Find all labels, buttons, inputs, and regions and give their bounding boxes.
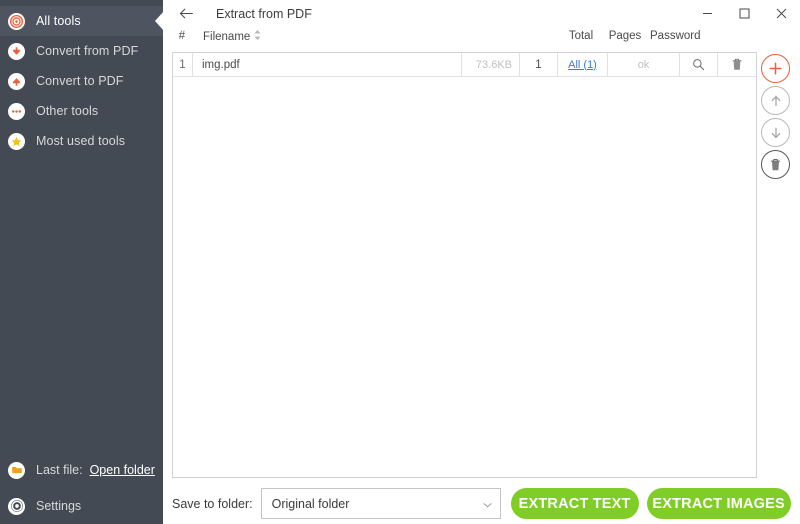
sort-updown-icon[interactable] — [254, 30, 261, 43]
sidebar: All tools Convert from PDF Convert to PD… — [0, 0, 164, 524]
column-header-password: Password — [650, 30, 701, 42]
gear-icon — [8, 497, 25, 515]
extract-images-button[interactable]: EXTRACT IMAGES — [646, 488, 791, 519]
sidebar-item-label: All tools — [36, 14, 81, 28]
sidebar-item-convert-from-pdf[interactable]: Convert from PDF — [0, 36, 163, 66]
cell-pages-range[interactable]: All (1) — [558, 53, 608, 76]
action-rail — [761, 54, 793, 182]
save-folder-value: Original folder — [271, 496, 350, 511]
title-bar: Extract from PDF — [163, 0, 800, 27]
sidebar-item-settings[interactable]: Settings — [0, 488, 163, 524]
footer-bar: Save to folder: Original folder EXTRACT … — [172, 488, 792, 519]
sidebar-item-label: Convert from PDF — [36, 44, 139, 58]
sidebar-nav-list: All tools Convert from PDF Convert to PD… — [0, 0, 164, 156]
maximize-icon — [739, 8, 750, 19]
cell-total-pages: 1 — [520, 53, 558, 76]
file-list-panel[interactable]: 1 img.pdf 73.6KB 1 All (1) ok — [172, 52, 757, 478]
dots-icon — [8, 102, 25, 120]
sidebar-item-all-tools[interactable]: All tools — [0, 6, 164, 36]
window-controls — [689, 0, 800, 27]
chevron-down-icon[interactable] — [482, 495, 492, 513]
pages-range-link[interactable]: All (1) — [568, 59, 597, 71]
target-icon — [8, 12, 25, 30]
cell-password-status: ok — [608, 53, 680, 76]
close-icon — [776, 8, 787, 19]
column-header-total: Total — [568, 30, 594, 42]
column-header-filename-label: Filename — [203, 30, 251, 43]
move-up-button[interactable] — [761, 86, 790, 115]
minimize-icon — [703, 13, 712, 14]
cell-row-number: 1 — [173, 53, 193, 76]
cell-file-size: 73.6KB — [462, 53, 520, 76]
open-folder-link[interactable]: Open folder — [90, 463, 155, 477]
row-preview-button[interactable] — [680, 53, 718, 76]
maximize-button[interactable] — [726, 0, 763, 27]
add-files-button[interactable] — [761, 54, 790, 83]
sidebar-item-label: Other tools — [36, 104, 99, 118]
sidebar-item-convert-to-pdf[interactable]: Convert to PDF — [0, 66, 163, 96]
close-button[interactable] — [763, 0, 800, 27]
arrow-up-icon — [771, 95, 780, 106]
cell-filename[interactable]: img.pdf — [193, 53, 462, 76]
save-to-folder-label: Save to folder: — [172, 496, 253, 511]
plus-icon — [769, 62, 782, 75]
last-file-row: Last file: Open folder — [0, 452, 163, 488]
clear-list-button[interactable] — [761, 150, 790, 179]
sidebar-footer: Last file: Open folder Settings — [0, 452, 163, 524]
arrow-left-icon — [179, 8, 193, 19]
back-button[interactable] — [170, 0, 202, 27]
sidebar-item-label: Convert to PDF — [36, 74, 124, 88]
settings-label: Settings — [36, 499, 82, 513]
column-header-filename[interactable]: Filename — [203, 30, 261, 43]
last-file-label: Last file: — [36, 463, 83, 477]
filename-text: img.pdf — [202, 58, 240, 71]
sidebar-item-most-used-tools[interactable]: Most used tools — [0, 126, 163, 156]
column-header-pages: Pages — [608, 30, 642, 42]
magnifier-icon — [693, 59, 705, 71]
arrow-down-icon — [771, 127, 780, 138]
application-window: All tools Convert from PDF Convert to PD… — [0, 0, 800, 524]
extract-text-button[interactable]: EXTRACT TEXT — [510, 488, 639, 519]
arrow-down-icon — [8, 42, 25, 60]
column-header-number: # — [178, 30, 186, 42]
trash-icon — [732, 58, 742, 70]
trash-icon — [770, 158, 781, 170]
save-folder-select[interactable]: Original folder — [260, 488, 501, 519]
folder-icon — [8, 461, 25, 479]
move-down-button[interactable] — [761, 118, 790, 147]
page-title: Extract from PDF — [216, 6, 312, 21]
sidebar-item-label: Most used tools — [36, 134, 126, 148]
sidebar-item-other-tools[interactable]: Other tools — [0, 96, 163, 126]
table-row[interactable]: 1 img.pdf 73.6KB 1 All (1) ok — [173, 53, 756, 77]
row-delete-button[interactable] — [718, 53, 756, 76]
star-icon — [8, 132, 25, 150]
arrow-up-icon — [8, 72, 25, 90]
minimize-button[interactable] — [689, 0, 726, 27]
table-header: # Filename Total Pages Password — [172, 30, 757, 52]
